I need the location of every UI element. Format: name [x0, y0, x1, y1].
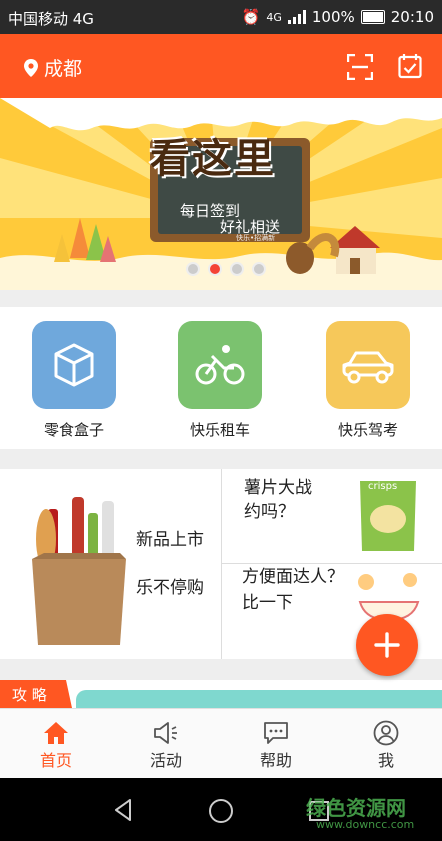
banner-headline: 看这里	[150, 136, 276, 182]
category-label: 快乐租车	[189, 421, 250, 439]
bottom-tab-bar: 首页 活动 帮助 我	[0, 708, 442, 779]
carousel-dot[interactable]	[252, 262, 266, 276]
megaphone-icon	[154, 722, 177, 744]
app-header: 成都	[0, 34, 442, 98]
status-bar: 中国移动 4G ⏰ 4G 100% 20:10	[0, 0, 442, 34]
battery-label: 100%	[311, 8, 355, 26]
scan-icon[interactable]	[347, 54, 373, 80]
promo-new-products[interactable]: 新品上市 乐不停购	[0, 469, 221, 659]
bicycle-icon	[178, 321, 262, 409]
chat-icon	[264, 722, 288, 744]
tab-label: 帮助	[259, 751, 292, 770]
location-selector[interactable]: 成都	[24, 54, 82, 81]
tab-label: 首页	[39, 751, 72, 770]
status-indicators: ⏰ 4G 100% 20:10	[242, 8, 434, 26]
carousel-dot-active[interactable]	[208, 262, 222, 276]
car-icon	[326, 321, 410, 409]
carousel-dot[interactable]	[230, 262, 244, 276]
calendar-check-icon[interactable]	[398, 53, 422, 79]
tab-help[interactable]: 帮助	[236, 719, 316, 771]
promo-text-2: 乐不停购	[136, 578, 204, 598]
tab-me[interactable]: 我	[346, 719, 426, 771]
category-label: 快乐驾考	[337, 421, 398, 439]
carousel-dot[interactable]	[186, 262, 200, 276]
watermark-title: 绿色资源网	[306, 796, 406, 820]
category-label: 零食盒子	[43, 421, 104, 439]
user-icon	[373, 720, 399, 746]
promo-chips-line2: 约吗？	[244, 502, 295, 522]
promo-noodles-line2: 比一下	[242, 593, 293, 613]
carrier-label: 中国移动 4G	[8, 10, 94, 28]
category-snack-box[interactable]: 零食盒子	[24, 321, 124, 440]
network-label: 4G	[266, 10, 282, 24]
tab-activity[interactable]: 活动	[126, 719, 206, 771]
home-icon	[44, 722, 68, 744]
category-bike-rental[interactable]: 快乐租车	[170, 321, 270, 440]
carousel-indicator	[186, 262, 266, 276]
add-button[interactable]	[356, 614, 418, 676]
plus-icon	[374, 632, 400, 658]
strategy-banner[interactable]	[76, 690, 442, 708]
promo-chips-line1: 薯片大战	[244, 478, 312, 498]
time-label: 20:10	[390, 8, 434, 26]
promo-text-1: 新品上市	[136, 530, 204, 550]
back-icon[interactable]	[112, 798, 134, 822]
chips-bag-text: crisps	[368, 481, 398, 492]
tab-home[interactable]: 首页	[16, 719, 96, 771]
location-pin-icon	[24, 58, 38, 77]
watermark-url: www.downcc.com	[316, 818, 415, 831]
grocery-bag-image	[32, 497, 126, 645]
city-label: 成都	[44, 58, 83, 80]
tab-label: 活动	[149, 751, 182, 770]
promo-chips[interactable]: 薯片大战 约吗？ crisps	[222, 469, 442, 563]
system-nav-bar: 绿色资源网 www.downcc.com	[0, 778, 442, 841]
promo-noodles-line1: 方便面达人？	[242, 567, 344, 587]
box-icon	[32, 321, 116, 409]
home-circle-icon[interactable]	[208, 798, 234, 824]
signal-icon	[287, 10, 306, 24]
strategy-label: 攻 略	[12, 686, 47, 704]
alarm-icon: ⏰	[241, 8, 261, 26]
strategy-section: 攻 略	[0, 680, 442, 708]
category-driving-test[interactable]: 快乐驾考	[318, 321, 418, 440]
banner-small-text: 快乐•招满新	[236, 234, 276, 242]
category-grid: 零食盒子 快乐租车 快乐驾考	[0, 307, 442, 449]
battery-icon	[360, 10, 385, 24]
tab-label: 我	[377, 751, 394, 770]
promo-banner[interactable]: 看这里 每日签到 好礼相送 快乐•招满新	[0, 98, 442, 290]
